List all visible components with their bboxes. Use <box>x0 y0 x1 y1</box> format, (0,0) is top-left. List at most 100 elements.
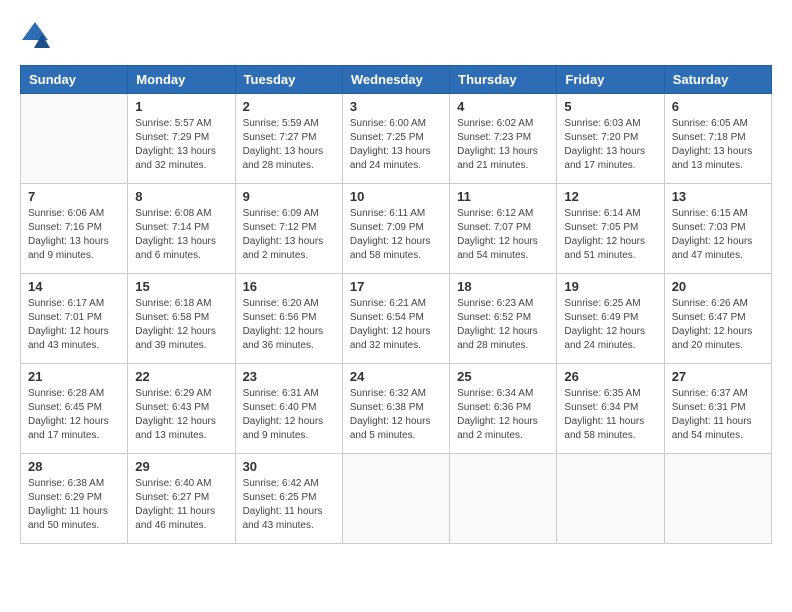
weekday-header: Monday <box>128 66 235 94</box>
calendar-cell: 22 Sunrise: 6:29 AMSunset: 6:43 PMDayligh… <box>128 364 235 454</box>
calendar-cell: 13 Sunrise: 6:15 AMSunset: 7:03 PMDayligh… <box>664 184 771 274</box>
day-number: 29 <box>135 459 227 474</box>
day-info: Sunrise: 6:17 AMSunset: 7:01 PMDaylight:… <box>28 297 120 353</box>
day-number: 24 <box>350 369 442 384</box>
calendar-week-row: 28 Sunrise: 6:38 AMSunset: 6:29 PMDayligh… <box>21 454 772 544</box>
calendar-cell: 7 Sunrise: 6:06 AMSunset: 7:16 PMDaylight… <box>21 184 128 274</box>
calendar-cell: 30 Sunrise: 6:42 AMSunset: 6:25 PMDayligh… <box>235 454 342 544</box>
day-info: Sunrise: 6:31 AMSunset: 6:40 PMDaylight:… <box>243 387 335 443</box>
day-number: 21 <box>28 369 120 384</box>
calendar-cell: 8 Sunrise: 6:08 AMSunset: 7:14 PMDaylight… <box>128 184 235 274</box>
day-number: 10 <box>350 189 442 204</box>
day-info: Sunrise: 6:12 AMSunset: 7:07 PMDaylight:… <box>457 207 549 263</box>
calendar-cell: 6Sunrise: 6:05 AMSunset: 7:18 PMDaylight… <box>664 94 771 184</box>
day-info: Sunrise: 5:57 AMSunset: 7:29 PMDaylight:… <box>135 117 227 173</box>
weekday-header: Sunday <box>21 66 128 94</box>
page-header <box>20 20 772 55</box>
day-number: 18 <box>457 279 549 294</box>
day-number: 9 <box>243 189 335 204</box>
calendar-cell <box>342 454 449 544</box>
calendar-table: SundayMondayTuesdayWednesdayThursdayFrid… <box>20 65 772 544</box>
day-number: 30 <box>243 459 335 474</box>
day-number: 1 <box>135 99 227 114</box>
day-number: 19 <box>564 279 656 294</box>
day-info: Sunrise: 6:18 AMSunset: 6:58 PMDaylight:… <box>135 297 227 353</box>
logo-icon <box>20 20 50 55</box>
day-info: Sunrise: 6:08 AMSunset: 7:14 PMDaylight:… <box>135 207 227 263</box>
day-info: Sunrise: 6:06 AMSunset: 7:16 PMDaylight:… <box>28 207 120 263</box>
day-info: Sunrise: 6:14 AMSunset: 7:05 PMDaylight:… <box>564 207 656 263</box>
calendar-cell: 2 Sunrise: 5:59 AMSunset: 7:27 PMDaylight… <box>235 94 342 184</box>
calendar-cell <box>21 94 128 184</box>
day-info: Sunrise: 6:00 AMSunset: 7:25 PMDaylight:… <box>350 117 442 173</box>
weekday-header: Wednesday <box>342 66 449 94</box>
day-info: Sunrise: 6:11 AMSunset: 7:09 PMDaylight:… <box>350 207 442 263</box>
day-info: Sunrise: 6:15 AMSunset: 7:03 PMDaylight:… <box>672 207 764 263</box>
day-info: Sunrise: 6:05 AMSunset: 7:18 PMDaylight:… <box>672 117 764 173</box>
calendar-cell: 1 Sunrise: 5:57 AMSunset: 7:29 PMDaylight… <box>128 94 235 184</box>
calendar-cell: 10 Sunrise: 6:11 AMSunset: 7:09 PMDayligh… <box>342 184 449 274</box>
calendar-cell: 27Sunrise: 6:37 AMSunset: 6:31 PMDayligh… <box>664 364 771 454</box>
calendar-week-row: 14 Sunrise: 6:17 AMSunset: 7:01 PMDayligh… <box>21 274 772 364</box>
day-number: 12 <box>564 189 656 204</box>
day-number: 3 <box>350 99 442 114</box>
day-number: 11 <box>457 189 549 204</box>
day-info: Sunrise: 6:42 AMSunset: 6:25 PMDaylight:… <box>243 477 335 533</box>
calendar-week-row: 21Sunrise: 6:28 AMSunset: 6:45 PMDayligh… <box>21 364 772 454</box>
calendar-cell: 26Sunrise: 6:35 AMSunset: 6:34 PMDayligh… <box>557 364 664 454</box>
calendar-cell: 21Sunrise: 6:28 AMSunset: 6:45 PMDayligh… <box>21 364 128 454</box>
day-info: Sunrise: 6:38 AMSunset: 6:29 PMDaylight:… <box>28 477 120 533</box>
calendar-header-row: SundayMondayTuesdayWednesdayThursdayFrid… <box>21 66 772 94</box>
day-info: Sunrise: 6:40 AMSunset: 6:27 PMDaylight:… <box>135 477 227 533</box>
day-info: Sunrise: 6:35 AMSunset: 6:34 PMDaylight:… <box>564 387 656 443</box>
calendar-cell: 15 Sunrise: 6:18 AMSunset: 6:58 PMDayligh… <box>128 274 235 364</box>
day-number: 2 <box>243 99 335 114</box>
calendar-cell: 9Sunrise: 6:09 AMSunset: 7:12 PMDaylight… <box>235 184 342 274</box>
calendar-cell: 11 Sunrise: 6:12 AMSunset: 7:07 PMDayligh… <box>450 184 557 274</box>
day-info: Sunrise: 5:59 AMSunset: 7:27 PMDaylight:… <box>243 117 335 173</box>
day-number: 23 <box>243 369 335 384</box>
calendar-cell: 19 Sunrise: 6:25 AMSunset: 6:49 PMDayligh… <box>557 274 664 364</box>
day-info: Sunrise: 6:21 AMSunset: 6:54 PMDaylight:… <box>350 297 442 353</box>
calendar-cell: 5 Sunrise: 6:03 AMSunset: 7:20 PMDaylight… <box>557 94 664 184</box>
day-number: 17 <box>350 279 442 294</box>
calendar-cell: 17 Sunrise: 6:21 AMSunset: 6:54 PMDayligh… <box>342 274 449 364</box>
day-number: 25 <box>457 369 549 384</box>
calendar-cell: 23 Sunrise: 6:31 AMSunset: 6:40 PMDayligh… <box>235 364 342 454</box>
day-number: 22 <box>135 369 227 384</box>
calendar-cell: 24Sunrise: 6:32 AMSunset: 6:38 PMDayligh… <box>342 364 449 454</box>
day-info: Sunrise: 6:03 AMSunset: 7:20 PMDaylight:… <box>564 117 656 173</box>
weekday-header: Friday <box>557 66 664 94</box>
calendar-cell: 20Sunrise: 6:26 AMSunset: 6:47 PMDayligh… <box>664 274 771 364</box>
day-info: Sunrise: 6:37 AMSunset: 6:31 PMDaylight:… <box>672 387 764 443</box>
day-info: Sunrise: 6:25 AMSunset: 6:49 PMDaylight:… <box>564 297 656 353</box>
calendar-cell: 16 Sunrise: 6:20 AMSunset: 6:56 PMDayligh… <box>235 274 342 364</box>
calendar-cell: 4Sunrise: 6:02 AMSunset: 7:23 PMDaylight… <box>450 94 557 184</box>
day-info: Sunrise: 6:20 AMSunset: 6:56 PMDaylight:… <box>243 297 335 353</box>
weekday-header: Thursday <box>450 66 557 94</box>
calendar-week-row: 7 Sunrise: 6:06 AMSunset: 7:16 PMDaylight… <box>21 184 772 274</box>
calendar-cell: 3 Sunrise: 6:00 AMSunset: 7:25 PMDaylight… <box>342 94 449 184</box>
calendar-week-row: 1 Sunrise: 5:57 AMSunset: 7:29 PMDaylight… <box>21 94 772 184</box>
calendar-cell: 14 Sunrise: 6:17 AMSunset: 7:01 PMDayligh… <box>21 274 128 364</box>
weekday-header: Tuesday <box>235 66 342 94</box>
weekday-header: Saturday <box>664 66 771 94</box>
calendar-cell: 25Sunrise: 6:34 AMSunset: 6:36 PMDayligh… <box>450 364 557 454</box>
calendar-cell <box>557 454 664 544</box>
day-number: 14 <box>28 279 120 294</box>
day-number: 7 <box>28 189 120 204</box>
day-info: Sunrise: 6:02 AMSunset: 7:23 PMDaylight:… <box>457 117 549 173</box>
calendar-cell <box>664 454 771 544</box>
day-info: Sunrise: 6:26 AMSunset: 6:47 PMDaylight:… <box>672 297 764 353</box>
calendar-cell: 29 Sunrise: 6:40 AMSunset: 6:27 PMDayligh… <box>128 454 235 544</box>
day-info: Sunrise: 6:23 AMSunset: 6:52 PMDaylight:… <box>457 297 549 353</box>
day-number: 5 <box>564 99 656 114</box>
day-number: 15 <box>135 279 227 294</box>
day-number: 13 <box>672 189 764 204</box>
day-number: 8 <box>135 189 227 204</box>
day-number: 16 <box>243 279 335 294</box>
logo <box>20 20 54 55</box>
day-number: 28 <box>28 459 120 474</box>
calendar-cell <box>450 454 557 544</box>
day-info: Sunrise: 6:29 AMSunset: 6:43 PMDaylight:… <box>135 387 227 443</box>
